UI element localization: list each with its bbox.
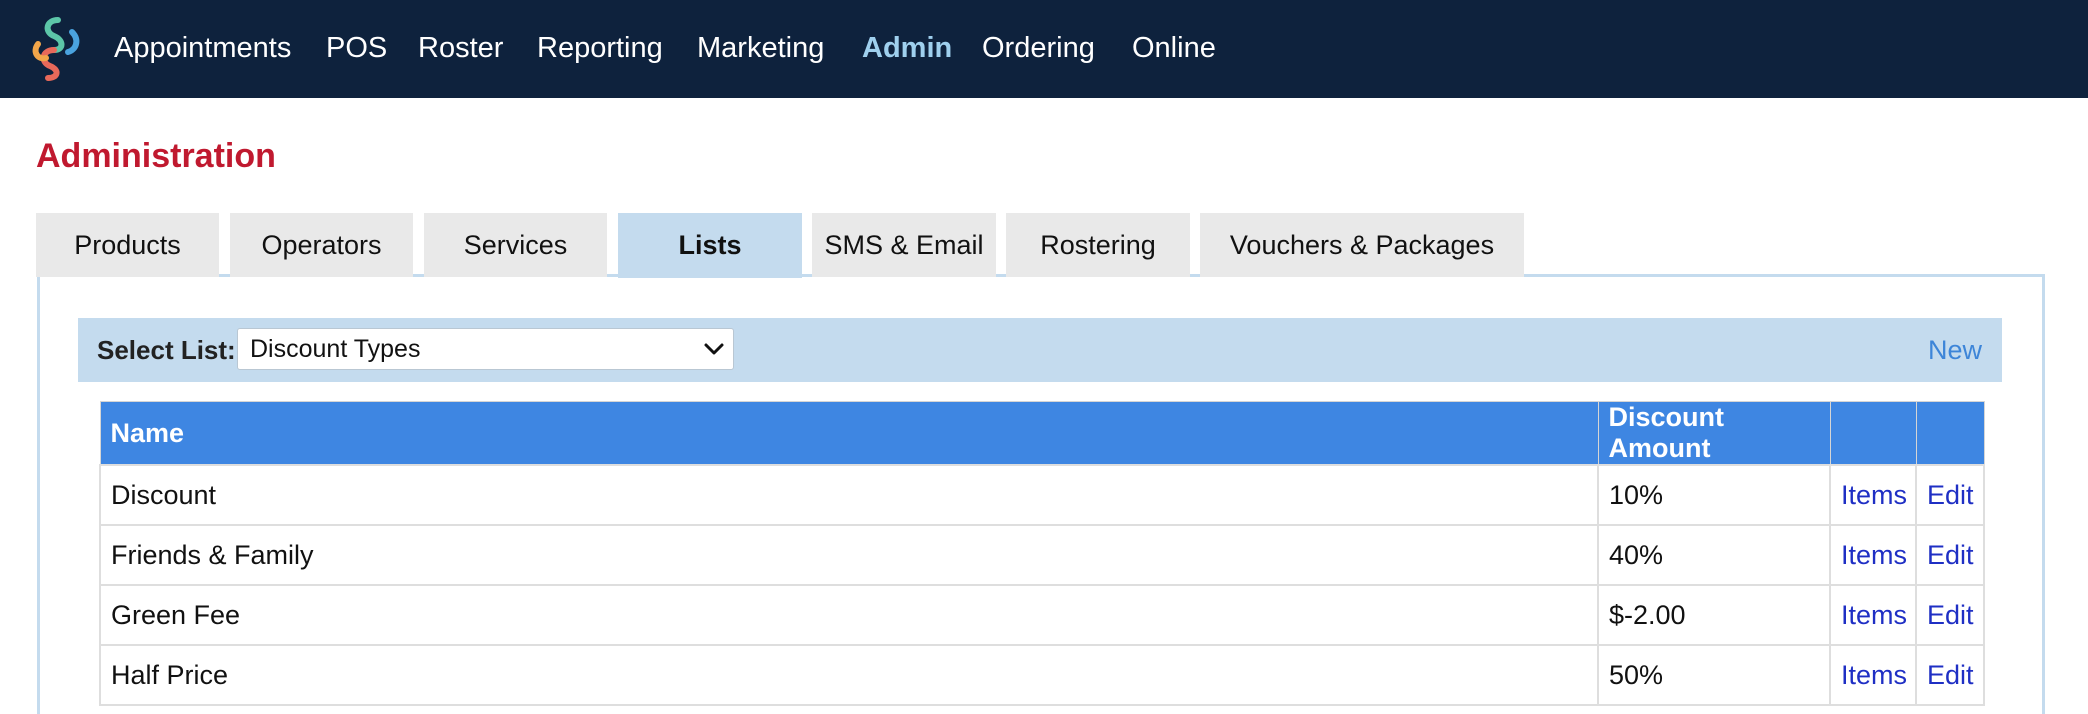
app-logo-icon[interactable] — [28, 14, 84, 82]
nav-item-pos[interactable]: POS — [326, 28, 387, 68]
tab-vouchers-packages[interactable]: Vouchers & Packages — [1200, 213, 1524, 277]
table-header-row: Name Discount Amount — [99, 401, 1985, 466]
nav-item-appointments[interactable]: Appointments — [114, 28, 291, 68]
nav-item-ordering[interactable]: Ordering — [982, 28, 1095, 68]
nav-item-online[interactable]: Online — [1132, 28, 1216, 68]
column-header-edit — [1915, 401, 1985, 466]
chevron-down-icon — [704, 343, 724, 355]
edit-link[interactable]: Edit — [1915, 584, 1985, 646]
tab-services[interactable]: Services — [424, 213, 607, 277]
page-title: Administration — [36, 137, 276, 175]
new-list-item-link[interactable]: New — [1928, 330, 1982, 370]
row-name: Green Fee — [99, 584, 1599, 646]
list-select-value: Discount Types — [250, 335, 421, 363]
row-name: Half Price — [99, 644, 1599, 706]
row-name: Discount — [99, 464, 1599, 526]
nav-item-marketing[interactable]: Marketing — [697, 28, 824, 68]
discount-types-table: Name Discount Amount Discount 10% Items … — [99, 401, 1985, 706]
nav-item-roster[interactable]: Roster — [418, 28, 503, 68]
tab-sms-email[interactable]: SMS & Email — [812, 213, 996, 277]
nav-item-admin[interactable]: Admin — [862, 28, 952, 68]
edit-link[interactable]: Edit — [1915, 524, 1985, 586]
table-row: Discount 10% Items Edit — [99, 464, 1985, 526]
tab-products[interactable]: Products — [36, 213, 219, 277]
nav-item-reporting[interactable]: Reporting — [537, 28, 663, 68]
top-nav-bar: Appointments POS Roster Reporting Market… — [0, 0, 2088, 98]
table-row: Friends & Family 40% Items Edit — [99, 524, 1985, 586]
row-discount-amount: 10% — [1597, 464, 1831, 526]
tab-operators[interactable]: Operators — [230, 213, 413, 277]
select-list-label: Select List: — [97, 335, 236, 365]
row-name: Friends & Family — [99, 524, 1599, 586]
row-discount-amount: $-2.00 — [1597, 584, 1831, 646]
column-header-name[interactable]: Name — [99, 401, 1599, 466]
table-row: Green Fee $-2.00 Items Edit — [99, 584, 1985, 646]
column-header-items — [1829, 401, 1917, 466]
row-discount-amount: 50% — [1597, 644, 1831, 706]
edit-link[interactable]: Edit — [1915, 464, 1985, 526]
items-link[interactable]: Items — [1829, 524, 1917, 586]
edit-link[interactable]: Edit — [1915, 644, 1985, 706]
tab-rostering[interactable]: Rostering — [1006, 213, 1190, 277]
column-header-discount-amount[interactable]: Discount Amount — [1597, 401, 1831, 466]
items-link[interactable]: Items — [1829, 584, 1917, 646]
tab-lists[interactable]: Lists — [618, 213, 802, 278]
list-select-dropdown[interactable]: Discount Types — [237, 328, 734, 370]
items-link[interactable]: Items — [1829, 644, 1917, 706]
table-row: Half Price 50% Items Edit — [99, 644, 1985, 706]
row-discount-amount: 40% — [1597, 524, 1831, 586]
items-link[interactable]: Items — [1829, 464, 1917, 526]
